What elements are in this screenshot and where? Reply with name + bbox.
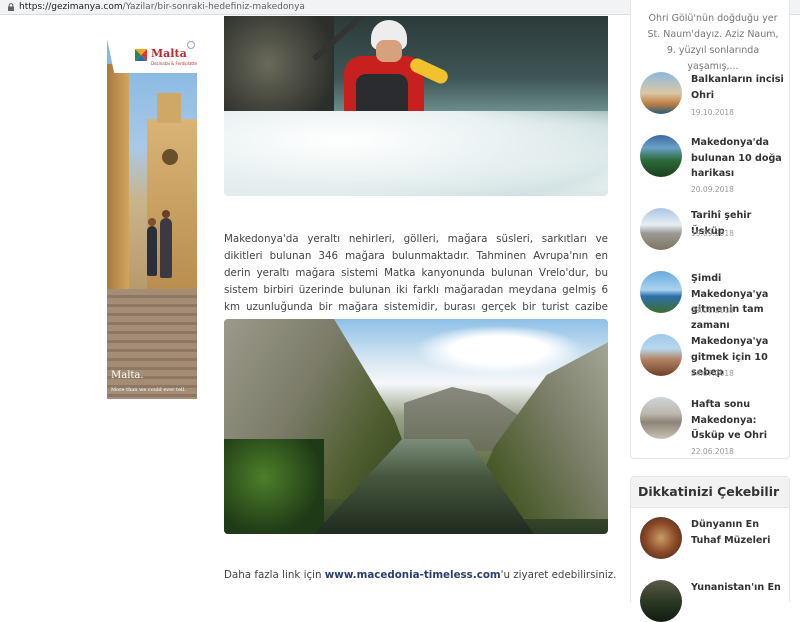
section-title: Dikkatinizi Çekebilir xyxy=(638,484,780,499)
ad-brand-banner: Malta Dezinatai & Ferdiplatte xyxy=(107,39,197,73)
post-title[interactable]: Makedonya'da bulunan 10 doğa harikası xyxy=(691,135,787,182)
ad-tagline: More than we could ever tell. xyxy=(111,387,186,393)
adchoices-icon[interactable] xyxy=(187,41,195,49)
post-thumbnail[interactable] xyxy=(640,334,682,376)
post-title[interactable]: Hafta sonu Makedonya: Üsküp ve Ohri xyxy=(691,397,787,444)
matka-canyon-photo xyxy=(224,319,608,534)
stone-steps xyxy=(107,289,197,399)
post-date: 24.07.2018 xyxy=(691,369,734,378)
post-thumbnail[interactable] xyxy=(640,517,682,559)
post-title[interactable]: Dünyanın En Tuhaf Müzeleri xyxy=(691,517,787,548)
post-thumbnail[interactable] xyxy=(640,580,682,622)
post-date: 19.10.2018 xyxy=(691,108,734,117)
post-title[interactable]: Yunanistan'ın En xyxy=(691,580,787,596)
section-header: Dikkatinizi Çekebilir xyxy=(631,477,789,508)
post-thumbnail[interactable] xyxy=(640,72,682,114)
url-text: https://gezimanya.com/Yazilar/bir-sonrak… xyxy=(19,2,305,12)
post-thumbnail[interactable] xyxy=(640,271,682,313)
post-thumbnail[interactable] xyxy=(640,397,682,439)
ad-bottom-title: Malta. xyxy=(111,370,144,381)
post-title[interactable]: Şimdi Makedonya'ya gitmenin tam zamanı xyxy=(691,271,787,333)
ad-brand-sub: Dezinatai & Ferdiplatte xyxy=(151,61,197,66)
post-date: 22.06.2018 xyxy=(691,447,734,456)
more-info-line: Daha fazla link için www.macedonia-timel… xyxy=(224,569,617,581)
malta-ad-banner[interactable]: Malta Dezinatai & Ferdiplatte Malta. Mor… xyxy=(107,39,197,399)
post-snippet: Ohri Gölü'nün doğduğu yer St. Naum'dayız… xyxy=(647,13,779,72)
post-date: 20.09.2018 xyxy=(691,185,734,194)
lock-icon xyxy=(8,3,14,11)
post-thumbnail[interactable] xyxy=(640,208,682,250)
ad-brand-name: Malta xyxy=(151,47,187,60)
post-date: 29.08.2018 xyxy=(691,306,734,315)
macedonia-timeless-link[interactable]: www.macedonia-timeless.com xyxy=(325,569,501,581)
post-date: 19.09.2018 xyxy=(691,229,734,238)
post-thumbnail[interactable] xyxy=(640,135,682,177)
rose-window xyxy=(162,149,178,165)
malta-logo-icon xyxy=(135,49,147,61)
post-title[interactable]: Balkanların incisi Ohri xyxy=(691,72,787,103)
couple-figures xyxy=(145,210,175,284)
article-paragraph: Makedonya'da yeraltı nehirleri, gölleri,… xyxy=(224,233,608,330)
kayaker-photo xyxy=(224,16,608,196)
bell-tower xyxy=(107,64,129,304)
